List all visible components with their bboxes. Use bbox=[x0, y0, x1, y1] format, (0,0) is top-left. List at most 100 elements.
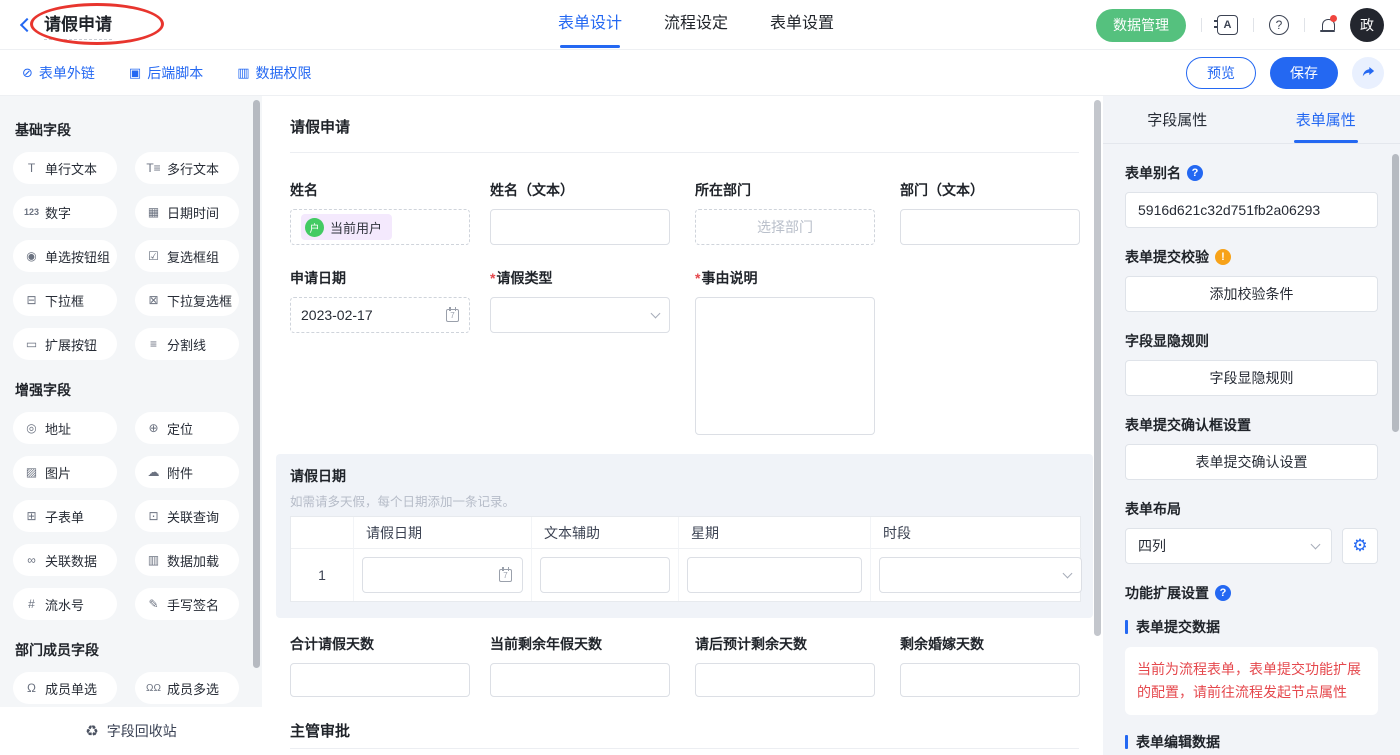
predicted-remaining-input[interactable] bbox=[695, 663, 875, 697]
field-name-text[interactable]: 姓名（文本） bbox=[490, 180, 670, 245]
item-label: 地址 bbox=[45, 419, 71, 438]
share-button[interactable] bbox=[1352, 57, 1384, 89]
help-circle-icon[interactable]: ? bbox=[1215, 585, 1231, 601]
apply-date-input[interactable]: 2023-02-17 7 bbox=[290, 297, 470, 333]
submit-confirm-button[interactable]: 表单提交确认设置 bbox=[1125, 444, 1378, 480]
item-label: 成员多选 bbox=[167, 679, 219, 698]
sidebar-item-member-multi[interactable]: ΩΩ成员多选 bbox=[135, 672, 239, 704]
sidebar-item-relation-data[interactable]: ∞关联数据 bbox=[13, 544, 117, 576]
enhanced-fields-grid: ◎ 地址 ⊕定位 ▨图片 ☁附件 ⊞子表单 ⊡关联查询 ∞关联数据 ▥数据加载 #… bbox=[13, 412, 262, 620]
item-label: 分割线 bbox=[167, 335, 206, 354]
subform-leave-dates[interactable]: 请假日期 如需请多天假，每个日期添加一条记录。 请假日期 文本辅助 星期 时段 … bbox=[276, 454, 1093, 618]
field-department-text[interactable]: 部门（文本） bbox=[900, 180, 1080, 245]
form-alias-input[interactable]: 5916d621c32d751fb2a06293 bbox=[1125, 192, 1378, 228]
leave-date-input[interactable]: 7 bbox=[362, 557, 523, 593]
preview-button[interactable]: 预览 bbox=[1186, 57, 1256, 89]
field-reason[interactable]: *事由说明 bbox=[695, 268, 875, 435]
field-predicted-remaining[interactable]: 请后预计剩余天数 bbox=[695, 634, 875, 697]
location-pin-icon: ◎ bbox=[24, 421, 39, 435]
layout-select[interactable]: 四列 bbox=[1125, 528, 1332, 564]
department-text-input[interactable] bbox=[900, 209, 1080, 245]
tab-field-properties[interactable]: 字段属性 bbox=[1103, 96, 1252, 143]
name-text-input[interactable] bbox=[490, 209, 670, 245]
sidebar-item-checkbox-group[interactable]: ☑复选框组 bbox=[135, 240, 239, 272]
recycle-icon: ♻ bbox=[85, 722, 98, 740]
sidebar-item-radio-group[interactable]: ◉单选按钮组 bbox=[13, 240, 117, 272]
sidebar-item-divider-line[interactable]: ≡分割线 bbox=[135, 328, 239, 360]
item-label: 流水号 bbox=[45, 595, 84, 614]
text-aid-input[interactable] bbox=[540, 557, 670, 593]
sidebar-item-address[interactable]: ◎ 地址 bbox=[13, 412, 117, 444]
sidebar-item-multi-dropdown[interactable]: ⊠下拉复选框 bbox=[135, 284, 239, 316]
item-label: 单行文本 bbox=[45, 159, 97, 178]
backend-script-button[interactable]: ▣ 后端脚本 bbox=[129, 63, 203, 83]
relation-query-icon: ⊡ bbox=[146, 509, 161, 523]
field-label: 当前剩余年假天数 bbox=[490, 634, 670, 654]
total-days-input[interactable] bbox=[290, 663, 470, 697]
notification-bell-icon[interactable] bbox=[1320, 18, 1335, 33]
sidebar-item-datetime[interactable]: ▦日期时间 bbox=[135, 196, 239, 228]
tab-flow-settings[interactable]: 流程设定 bbox=[664, 0, 728, 50]
person-icon: Ω bbox=[24, 681, 39, 695]
department-picker[interactable]: 选择部门 bbox=[695, 209, 875, 245]
reason-textarea[interactable] bbox=[695, 297, 875, 435]
pen-icon: ✎ bbox=[146, 597, 161, 611]
add-validation-button[interactable]: 添加校验条件 bbox=[1125, 276, 1378, 312]
layout-gear-button[interactable]: ⚙ bbox=[1342, 528, 1378, 564]
sidebar-item-image[interactable]: ▨图片 bbox=[13, 456, 117, 488]
row-index: 1 bbox=[291, 549, 354, 601]
sidebar-item-subform[interactable]: ⊞子表单 bbox=[13, 500, 117, 532]
field-name[interactable]: 姓名 户 当前用户 bbox=[290, 180, 470, 245]
field-total-days[interactable]: 合计请假天数 bbox=[290, 634, 470, 697]
chevron-down-icon bbox=[1063, 568, 1073, 578]
field-department[interactable]: 所在部门 选择部门 bbox=[695, 180, 875, 245]
remaining-marriage-input[interactable] bbox=[900, 663, 1080, 697]
weekday-input[interactable] bbox=[687, 557, 862, 593]
sidebar-item-serial-number[interactable]: #流水号 bbox=[13, 588, 117, 620]
name-value-box[interactable]: 户 当前用户 bbox=[290, 209, 470, 245]
field-leave-type[interactable]: *请假类型 bbox=[490, 268, 670, 333]
contact-book-icon[interactable]: A bbox=[1217, 15, 1238, 35]
field-remaining-marriage[interactable]: 剩余婚嫁天数 bbox=[900, 634, 1080, 697]
sidebar-item-single-line-text[interactable]: T单行文本 bbox=[13, 152, 117, 184]
tab-form-properties[interactable]: 表单属性 bbox=[1252, 96, 1400, 143]
sidebar-item-multi-line-text[interactable]: T≡多行文本 bbox=[135, 152, 239, 184]
sidebar-item-dropdown[interactable]: ⊟下拉框 bbox=[13, 284, 117, 316]
sidebar-item-number[interactable]: 123数字 bbox=[13, 196, 117, 228]
data-permission-button[interactable]: ▥ 数据权限 bbox=[237, 63, 311, 83]
sidebar-item-locate[interactable]: ⊕定位 bbox=[135, 412, 239, 444]
field-apply-date[interactable]: 申请日期 2023-02-17 7 bbox=[290, 268, 470, 333]
sidebar-item-member-single[interactable]: Ω成员单选 bbox=[13, 672, 117, 704]
checkbox-icon: ☑ bbox=[146, 249, 161, 263]
data-manage-button[interactable]: 数据管理 bbox=[1096, 9, 1186, 42]
sidebar-item-attachment[interactable]: ☁附件 bbox=[135, 456, 239, 488]
sidebar-item-extend-button[interactable]: ▭扩展按钮 bbox=[13, 328, 117, 360]
leave-type-select[interactable] bbox=[490, 297, 670, 333]
submit-confirm-label: 表单提交确认框设置 bbox=[1125, 415, 1378, 435]
sidebar-item-data-load[interactable]: ▥数据加载 bbox=[135, 544, 239, 576]
sidebar-item-signature[interactable]: ✎手写签名 bbox=[135, 588, 239, 620]
column-header-period: 时段 bbox=[871, 517, 1082, 549]
sidebar-item-relation-query[interactable]: ⊡关联查询 bbox=[135, 500, 239, 532]
chevron-down-icon bbox=[651, 308, 661, 318]
save-button[interactable]: 保存 bbox=[1270, 57, 1338, 89]
tab-form-settings[interactable]: 表单设置 bbox=[770, 0, 834, 50]
field-recycle-bin[interactable]: ♻ 字段回收站 bbox=[0, 707, 262, 755]
back-icon[interactable] bbox=[20, 18, 34, 32]
canvas-scrollbar[interactable] bbox=[1094, 100, 1101, 636]
section-label: 表单提交数据 bbox=[1136, 617, 1220, 637]
external-link-button[interactable]: ⊘ 表单外链 bbox=[22, 63, 95, 83]
calendar-icon: 7 bbox=[499, 569, 512, 582]
help-icon[interactable]: ? bbox=[1269, 15, 1289, 35]
tab-form-design[interactable]: 表单设计 bbox=[558, 0, 622, 50]
period-select[interactable] bbox=[879, 557, 1082, 593]
remaining-annual-input[interactable] bbox=[490, 663, 670, 697]
page-title[interactable]: 请假申请 bbox=[44, 10, 112, 40]
image-icon: ▨ bbox=[24, 465, 39, 479]
field-remaining-annual[interactable]: 当前剩余年假天数 bbox=[490, 634, 670, 697]
sidebar-scrollbar[interactable] bbox=[253, 100, 260, 668]
visibility-rules-button[interactable]: 字段显隐规则 bbox=[1125, 360, 1378, 396]
avatar[interactable]: 政 bbox=[1350, 8, 1384, 42]
help-circle-icon[interactable]: ? bbox=[1187, 165, 1203, 181]
panel-scrollbar[interactable] bbox=[1392, 154, 1399, 432]
